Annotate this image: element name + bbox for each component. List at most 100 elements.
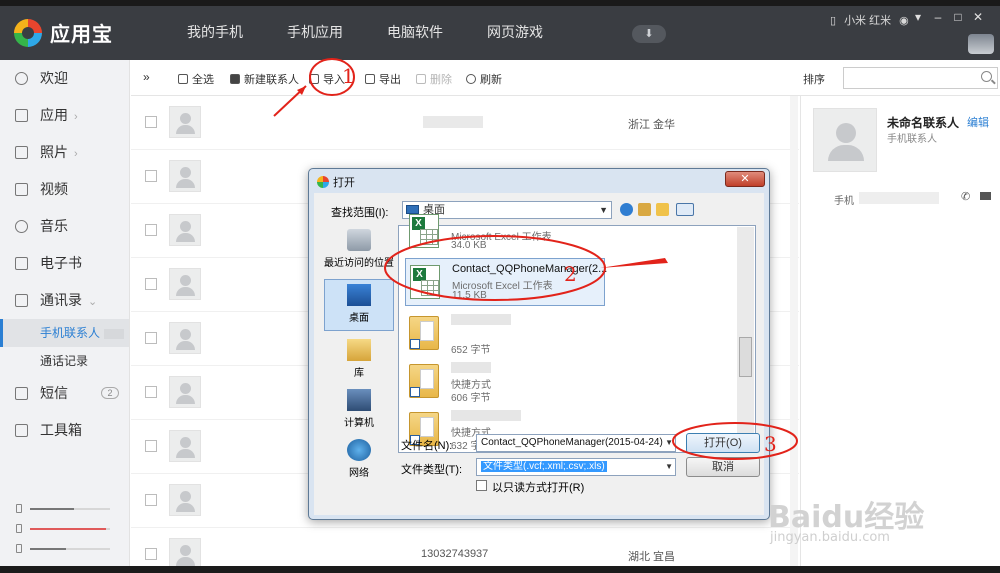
file-list-scrollbar[interactable]	[737, 227, 754, 451]
sidebar-item-photos[interactable]: 照片 ›	[0, 134, 129, 171]
close-icon[interactable]: ✕	[968, 10, 988, 24]
sidebar-sub-call-log[interactable]: 通话记录	[0, 347, 129, 375]
sms-icon[interactable]	[980, 192, 991, 200]
device-name[interactable]: 小米 红米	[844, 12, 891, 28]
select-all-checkbox[interactable]: 全选	[178, 71, 214, 87]
file-item[interactable]: 652 字节	[405, 310, 745, 358]
welcome-icon	[15, 72, 28, 85]
storage-meter-phone	[16, 504, 114, 514]
new-contact-label: 新建联系人	[244, 74, 299, 86]
sidebar-item-label: 音乐	[40, 218, 68, 234]
maximize-icon[interactable]: □	[948, 10, 968, 24]
filetype-label: 文件类型(T):	[401, 464, 463, 476]
nav-phone-apps[interactable]: 手机应用	[265, 6, 365, 60]
dialog-close-button[interactable]: ✕	[725, 171, 765, 187]
contact-row[interactable]: 浙江 金华	[131, 96, 799, 150]
sidebar-sub-label: 手机联系人	[40, 326, 101, 340]
row-checkbox[interactable]	[145, 332, 157, 344]
sidebar-sub-phone-contacts[interactable]: 手机联系人	[0, 319, 129, 347]
search-input[interactable]	[843, 67, 998, 89]
sidebar-item-ebooks[interactable]: 电子书	[0, 245, 129, 282]
os-bottom-strip	[0, 566, 1000, 573]
download-button[interactable]: ⬇	[632, 25, 666, 43]
new-contact-button[interactable]: 新建联系人	[230, 71, 299, 87]
place-label: 计算机	[344, 418, 374, 429]
shortcut-icon	[409, 364, 439, 398]
chevron-right-icon: ›	[74, 111, 78, 123]
contact-avatar-icon	[169, 430, 201, 462]
storage-meter-memory	[16, 544, 114, 554]
dropdown-arrow-icon[interactable]: ▼	[665, 435, 673, 451]
dropdown-arrow-icon[interactable]: ▼	[665, 459, 673, 475]
book-icon	[15, 257, 28, 270]
import-button[interactable]: 导入	[309, 71, 345, 87]
network-icon	[347, 439, 371, 461]
app-logo: 应用宝	[14, 18, 113, 47]
sidebar-item-music[interactable]: 音乐	[0, 208, 129, 245]
plus-icon	[230, 74, 240, 84]
contact-avatar-icon	[169, 160, 201, 192]
row-checkbox[interactable]	[145, 170, 157, 182]
file-size: 11.5 KB	[452, 290, 487, 301]
sidebar-item-label: 通讯录	[40, 292, 82, 308]
place-label: 库	[354, 368, 364, 379]
file-item[interactable]: X Microsoft Excel 工作表 34.0 KB	[405, 208, 745, 256]
sidebar-item-sms[interactable]: 短信 2	[0, 375, 129, 412]
search-icon[interactable]	[981, 71, 992, 82]
call-icon[interactable]: ✆	[961, 190, 970, 203]
phone-icon: ▯	[830, 14, 837, 27]
memory-icon	[16, 544, 22, 553]
sort-button[interactable]: 排序	[803, 71, 825, 87]
filename-input[interactable]: Contact_QQPhoneManager(2015-04-24) ▼	[476, 434, 676, 452]
nav-pc-software[interactable]: 电脑软件	[365, 6, 465, 60]
open-button[interactable]: 打开(O)	[686, 433, 760, 453]
video-icon	[15, 183, 28, 196]
place-label: 网络	[349, 468, 369, 479]
sidebar-item-contacts[interactable]: 通讯录 ⌄	[0, 282, 129, 319]
delete-button[interactable]: 删除	[416, 71, 452, 87]
count-blur	[104, 328, 125, 339]
sidebar-item-label: 短信	[40, 385, 68, 401]
row-checkbox[interactable]	[145, 116, 157, 128]
row-checkbox[interactable]	[145, 440, 157, 452]
sidebar-item-toolbox[interactable]: 工具箱	[0, 412, 129, 449]
row-checkbox[interactable]	[145, 386, 157, 398]
desktop-place-icon	[347, 284, 371, 306]
place-network[interactable]: 网络	[324, 435, 394, 487]
sidebar-item-videos[interactable]: 视频	[0, 171, 129, 208]
file-name-blurred	[451, 362, 491, 373]
filetype-select[interactable]: 文件类型(.vcf;.xml;.csv;.xls) ▼	[476, 458, 676, 476]
row-checkbox[interactable]	[145, 548, 157, 560]
contact-avatar-icon	[169, 322, 201, 354]
export-button[interactable]: 导出	[365, 71, 401, 87]
place-recent[interactable]: 最近访问的位置	[324, 225, 394, 277]
minimize-icon[interactable]: –	[928, 10, 948, 24]
collapse-icon[interactable]: »	[143, 70, 150, 84]
sidebar-item-apps[interactable]: 应用 ›	[0, 97, 129, 134]
edit-link[interactable]: 编辑	[967, 114, 989, 130]
filetype-value: 文件类型(.vcf;.xml;.csv;.xls)	[481, 461, 607, 472]
contact-number: 13032743937	[421, 548, 489, 560]
nav-web-games[interactable]: 网页游戏	[465, 6, 565, 60]
file-name: Contact_QQPhoneManager(2...	[452, 263, 608, 275]
dialog-title-text: 打开	[333, 177, 355, 189]
place-desktop[interactable]: 桌面	[324, 279, 394, 331]
contact-avatar-icon	[169, 484, 201, 516]
place-computer[interactable]: 计算机	[324, 385, 394, 437]
device-avatar[interactable]	[968, 34, 994, 54]
phone-number-blurred	[859, 192, 939, 204]
refresh-button[interactable]: 刷新	[466, 71, 502, 87]
sidebar-item-welcome[interactable]: 欢迎	[0, 60, 129, 97]
row-checkbox[interactable]	[145, 224, 157, 236]
nav-my-phone[interactable]: 我的手机	[165, 6, 265, 60]
scroll-thumb[interactable]	[739, 337, 752, 377]
file-item[interactable]: 快捷方式 606 字节	[405, 358, 745, 406]
row-checkbox[interactable]	[145, 278, 157, 290]
sidebar: 欢迎 应用 › 照片 › 视频 音乐 电子书 通讯录 ⌄ 手机联系人 通话记录 短信 2…	[0, 60, 130, 573]
menu-icon[interactable]: ▾	[908, 10, 928, 24]
cancel-button[interactable]: 取消	[686, 457, 760, 477]
place-libraries[interactable]: 库	[324, 335, 394, 387]
storage-meter-sd	[16, 524, 114, 534]
row-checkbox[interactable]	[145, 494, 157, 506]
readonly-checkbox[interactable]	[476, 480, 487, 491]
